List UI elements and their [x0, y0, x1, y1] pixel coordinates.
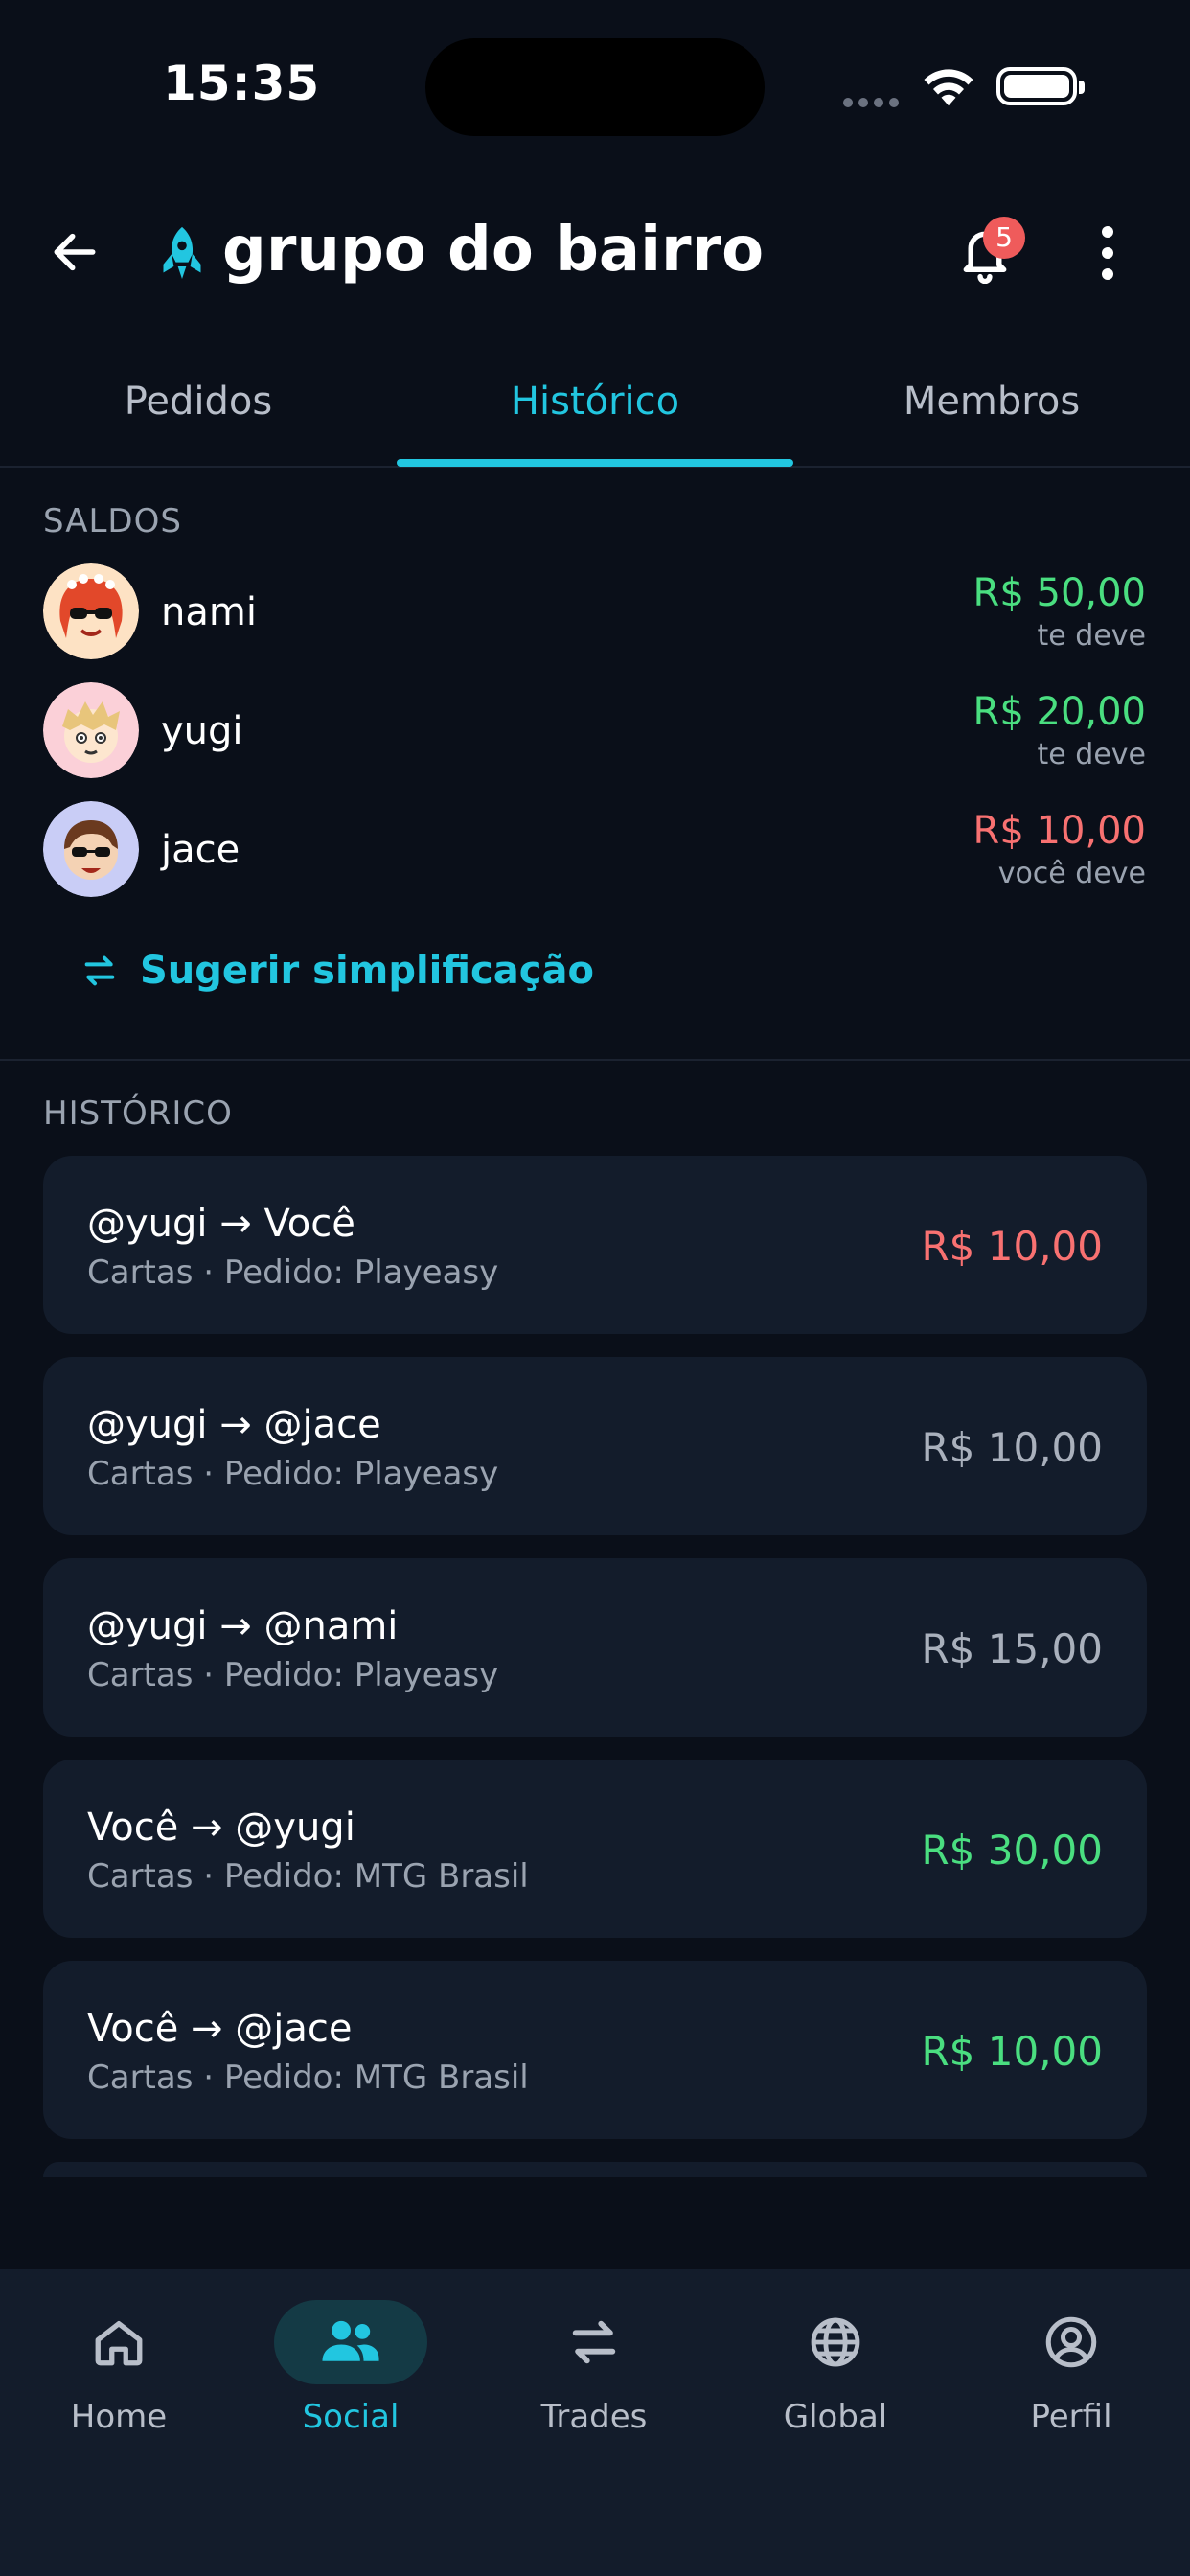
- balance-note: te deve: [1037, 738, 1146, 771]
- nav-perfil[interactable]: Perfil: [952, 2300, 1190, 2436]
- balance-name: nami: [161, 590, 257, 634]
- nav-perfil-label: Perfil: [1030, 2398, 1112, 2436]
- balance-amount: R$ 20,00: [973, 690, 1146, 734]
- history-item-subtitle: Cartas · Pedido: Playeasy: [87, 1656, 499, 1694]
- page-title: grupo do bairro: [222, 215, 765, 286]
- history-item-title: @yugi → Você: [87, 1202, 355, 1246]
- balance-note: te deve: [1037, 619, 1146, 653]
- history-section-label: HISTÓRICO: [43, 1094, 233, 1133]
- globe-icon: [811, 2317, 860, 2367]
- history-item-title: @yugi → @nami: [87, 1604, 399, 1648]
- history-item-amount: R$ 15,00: [921, 1625, 1104, 1672]
- nav-trades-label: Trades: [540, 2398, 648, 2436]
- history-item[interactable]: @yugi → Você Cartas · Pedido: Playeasy R…: [43, 1156, 1147, 1334]
- people-icon: [322, 2320, 379, 2361]
- history-item[interactable]: Você → @yugi Cartas · Pedido: MTG Brasil…: [43, 1760, 1147, 1938]
- swap-arrows-icon: [84, 955, 115, 986]
- notification-badge: 5: [983, 217, 1025, 259]
- tab-historico[interactable]: Histórico: [397, 380, 793, 424]
- nav-global[interactable]: Global: [717, 2300, 954, 2436]
- history-item-amount: R$ 30,00: [921, 1827, 1104, 1874]
- suggest-simplification-button[interactable]: Sugerir simplificação: [80, 949, 594, 993]
- tab-pedidos[interactable]: Pedidos: [0, 380, 397, 424]
- rocket-icon: [157, 224, 207, 288]
- wifi-icon: [920, 63, 977, 111]
- balance-note: você deve: [997, 857, 1146, 890]
- nav-trades[interactable]: Trades: [475, 2300, 713, 2436]
- history-item-partial: [43, 2162, 1147, 2177]
- battery-icon: [996, 67, 1085, 105]
- balance-amount: R$ 50,00: [973, 571, 1146, 615]
- history-item-amount: R$ 10,00: [921, 1223, 1104, 1270]
- history-item[interactable]: @yugi → @nami Cartas · Pedido: Playeasy …: [43, 1558, 1147, 1736]
- balances-section-label: SALDOS: [43, 502, 182, 540]
- history-item-title: Você → @jace: [87, 2007, 353, 2051]
- cellular-signal-icon: [843, 93, 904, 107]
- nav-social[interactable]: Social: [232, 2300, 469, 2436]
- history-item-amount: R$ 10,00: [921, 2028, 1104, 2075]
- history-item[interactable]: Você → @jace Cartas · Pedido: MTG Brasil…: [43, 1961, 1147, 2139]
- home-icon: [95, 2321, 143, 2366]
- history-item-title: Você → @yugi: [87, 1806, 355, 1850]
- avatar-yugi[interactable]: [43, 682, 139, 778]
- more-vertical-icon[interactable]: [1102, 226, 1113, 289]
- user-circle-icon: [1045, 2316, 1097, 2368]
- status-time: 15:35: [163, 56, 321, 111]
- balance-name: jace: [161, 828, 240, 872]
- nav-home-label: Home: [70, 2398, 168, 2436]
- balance-amount: R$ 10,00: [973, 809, 1146, 853]
- avatar-nami[interactable]: [43, 564, 139, 659]
- history-item-title: @yugi → @jace: [87, 1403, 381, 1447]
- nav-social-label: Social: [302, 2398, 400, 2436]
- dynamic-island: [425, 38, 765, 136]
- nav-home[interactable]: Home: [0, 2300, 238, 2436]
- history-item-subtitle: Cartas · Pedido: Playeasy: [87, 1254, 499, 1292]
- back-arrow-icon[interactable]: [48, 225, 102, 283]
- balance-name: yugi: [161, 709, 243, 753]
- swap-icon: [572, 2320, 616, 2364]
- history-item-subtitle: Cartas · Pedido: MTG Brasil: [87, 2058, 529, 2097]
- tab-membros[interactable]: Membros: [793, 380, 1190, 424]
- active-tab-indicator: [397, 459, 793, 467]
- history-item-amount: R$ 10,00: [921, 1424, 1104, 1471]
- suggest-simplification-label: Sugerir simplificação: [140, 949, 594, 993]
- section-divider: [0, 1059, 1190, 1061]
- history-item[interactable]: @yugi → @jace Cartas · Pedido: Playeasy …: [43, 1357, 1147, 1535]
- avatar-jace[interactable]: [43, 801, 139, 897]
- nav-global-label: Global: [783, 2398, 888, 2436]
- history-item-subtitle: Cartas · Pedido: Playeasy: [87, 1455, 499, 1493]
- history-item-subtitle: Cartas · Pedido: MTG Brasil: [87, 1857, 529, 1896]
